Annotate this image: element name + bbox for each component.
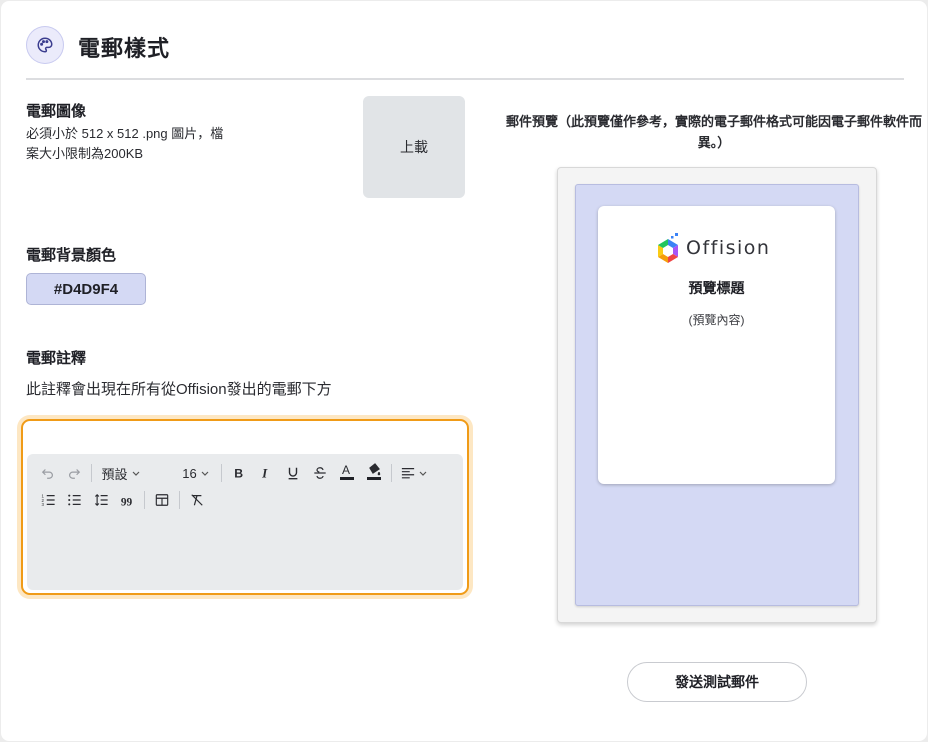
italic-icon[interactable]: I xyxy=(256,463,276,483)
email-image-title: 電郵圖像 xyxy=(26,103,87,120)
toolbar-separator xyxy=(144,491,145,509)
email-style-card: 電郵樣式 電郵圖像 必須小於 512 x 512 .png 圖片，檔 案大小限制… xyxy=(1,1,927,741)
preview-email-card: Offision 預覽標題 (預覽內容) xyxy=(598,206,835,484)
bold-icon[interactable]: B xyxy=(229,463,249,483)
strikethrough-icon[interactable] xyxy=(310,463,330,483)
font-size-value: 16 xyxy=(182,465,197,481)
chevron-down-icon xyxy=(132,471,139,476)
page-title: 電郵樣式 xyxy=(78,36,171,61)
bg-color-picker[interactable]: #D4D9F4 xyxy=(26,273,146,305)
svg-text:I: I xyxy=(261,466,268,480)
editor-toolbar: 預設 16 B I A 1 2 3 99 xyxy=(27,454,463,519)
email-image-desc-line1: 必須小於 512 x 512 .png 圖片，檔 xyxy=(26,126,224,141)
table-icon[interactable] xyxy=(152,490,172,510)
preview-body: (預覽內容) xyxy=(688,313,745,327)
email-note-title: 電郵註釋 xyxy=(26,350,87,367)
font-size-select[interactable]: 16 xyxy=(180,463,212,483)
svg-text:B: B xyxy=(234,466,243,480)
highlight-color-icon[interactable] xyxy=(364,462,384,482)
email-image-desc-line2: 案大小限制為200KB xyxy=(26,146,144,161)
toolbar-separator xyxy=(221,464,222,482)
send-test-email-button[interactable]: 發送測試郵件 xyxy=(627,662,807,702)
align-left-icon xyxy=(401,468,414,479)
editor-content-area[interactable] xyxy=(27,518,463,590)
upload-button[interactable]: 上載 xyxy=(363,96,465,198)
clear-format-icon[interactable] xyxy=(187,490,207,510)
email-note-desc: 此註釋會出現在所有從Offision發出的電郵下方 xyxy=(26,381,332,398)
block-format-select[interactable]: 預設 xyxy=(99,463,143,483)
align-select[interactable] xyxy=(399,463,429,483)
preview-frame: Offision 預覽標題 (預覽內容) xyxy=(557,167,877,623)
toolbar-separator xyxy=(179,491,180,509)
svg-text:99: 99 xyxy=(121,496,133,507)
preview-background: Offision 預覽標題 (預覽內容) xyxy=(575,184,859,606)
bg-color-title: 電郵背景顏色 xyxy=(26,247,117,264)
block-format-value: 預設 xyxy=(101,466,128,482)
logo-text: Offision xyxy=(686,237,771,259)
toolbar-separator xyxy=(391,464,392,482)
underline-icon[interactable] xyxy=(283,463,303,483)
ordered-list-icon[interactable]: 123 xyxy=(39,490,57,510)
preview-title: 預覽標題 xyxy=(688,280,745,296)
text-color-icon[interactable]: A xyxy=(337,462,357,482)
undo-icon[interactable] xyxy=(39,463,57,483)
chevron-down-icon xyxy=(419,471,426,476)
palette-icon xyxy=(26,26,64,64)
line-height-icon[interactable] xyxy=(91,490,111,510)
chevron-down-icon xyxy=(201,471,209,476)
offision-logo: Offision xyxy=(656,233,770,263)
blockquote-icon[interactable]: 99 xyxy=(118,490,136,510)
header-divider xyxy=(26,78,904,80)
rich-text-editor: 預設 16 B I A 1 2 3 99 xyxy=(21,419,469,595)
offision-logo-icon xyxy=(658,233,678,263)
bullet-list-icon[interactable] xyxy=(65,490,83,510)
toolbar-separator xyxy=(91,464,92,482)
preview-caption: 郵件預覽（此預覽僅作參考，實際的電子郵件格式可能因電子郵件軟件而異。） xyxy=(505,114,922,150)
redo-icon[interactable] xyxy=(65,463,83,483)
svg-text:A: A xyxy=(342,463,350,477)
svg-text:3: 3 xyxy=(41,502,44,507)
